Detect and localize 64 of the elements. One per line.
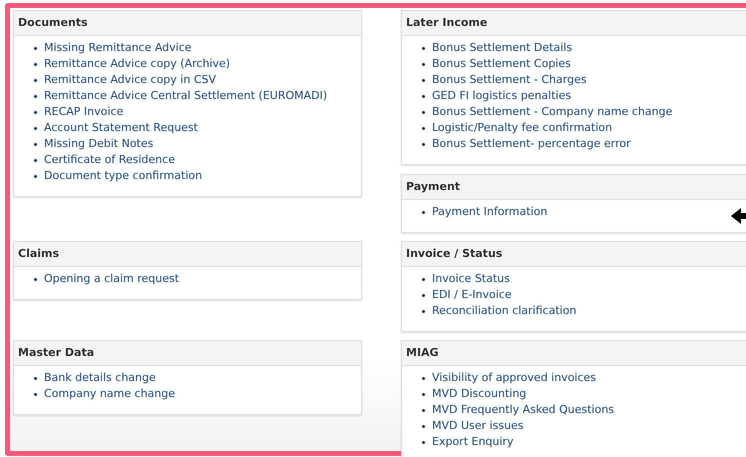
bullet-icon <box>34 278 37 280</box>
section-title: Master Data <box>18 344 94 361</box>
bullet-icon <box>34 110 37 114</box>
topic-link[interactable]: Account Statement Request <box>44 120 198 136</box>
topic-link[interactable]: Certificate of Residence <box>44 152 175 168</box>
bullet-icon <box>34 158 37 162</box>
bullet-icon <box>422 294 425 296</box>
bullet-icon <box>34 46 37 50</box>
section-title: Documents <box>18 14 88 31</box>
section-title: MIAG <box>406 344 439 361</box>
bullet-icon <box>422 278 425 280</box>
topic-link[interactable]: EDI / E-Invoice <box>432 286 512 304</box>
bullet-icon <box>422 424 425 428</box>
bullet-icon <box>422 94 425 98</box>
topic-link[interactable]: MVD User issues <box>432 418 524 434</box>
section-title: Claims <box>18 246 60 262</box>
bullet-icon <box>34 78 37 82</box>
bullet-icon <box>422 62 425 66</box>
topic-link[interactable]: Remittance Advice copy in CSV <box>44 72 216 88</box>
bullet-icon <box>422 78 425 82</box>
topic-link[interactable]: RECAP Invoice <box>44 104 124 120</box>
topic-link[interactable]: Bonus Settlement- percentage error <box>432 136 631 152</box>
bullet-icon <box>422 392 425 396</box>
section-title: Invoice / Status <box>406 246 502 262</box>
bullet-icon <box>34 376 37 380</box>
section-title: Later Income <box>406 14 488 31</box>
bullet-icon <box>422 440 425 444</box>
topic-link[interactable]: Payment Information <box>432 204 548 220</box>
bullet-icon <box>422 46 425 50</box>
topic-link[interactable]: Bank details change <box>44 370 156 386</box>
topic-link[interactable]: Reconciliation clarification <box>432 302 576 320</box>
bullet-icon <box>34 142 37 146</box>
topic-link[interactable]: Remittance Advice Central Settlement (EUROMADI) <box>44 88 328 104</box>
topic-link[interactable]: Logistic/Penalty fee confirmation <box>432 120 612 136</box>
bullet-icon <box>34 174 37 178</box>
topic-link[interactable]: MVD Discounting <box>432 386 526 402</box>
section-title: Payment <box>406 178 460 195</box>
topic-link[interactable]: Visibility of approved invoices <box>432 370 596 386</box>
topic-link[interactable]: Missing Remittance Advice <box>44 40 192 56</box>
topic-link[interactable]: Company name change <box>44 386 176 402</box>
topic-link[interactable]: Opening a claim request <box>44 270 180 288</box>
bullet-icon <box>34 94 37 98</box>
topic-link[interactable]: Export Enquiry <box>432 434 514 450</box>
topic-link[interactable]: Missing Debit Notes <box>44 136 154 152</box>
bullet-icon <box>422 376 425 380</box>
bullet-icon <box>34 62 37 66</box>
bullet-icon <box>422 142 425 146</box>
topic-link[interactable]: Bonus Settlement Copies <box>432 56 571 72</box>
topic-link[interactable]: Remittance Advice copy (Archive) <box>44 56 230 72</box>
topic-link[interactable]: Invoice Status <box>432 270 510 288</box>
topic-link[interactable]: MVD Frequently Asked Questions <box>432 402 614 418</box>
arrow-icon <box>731 207 746 225</box>
topic-link[interactable]: Bonus Settlement Details <box>432 40 572 56</box>
topic-link[interactable]: GED FI logistics penalties <box>432 88 572 104</box>
bullet-icon <box>422 310 425 312</box>
bullet-icon <box>34 392 37 396</box>
bullet-icon <box>422 126 425 130</box>
bullet-icon <box>422 110 425 114</box>
bullet-icon <box>34 126 37 130</box>
topic-link[interactable]: Document type confirmation <box>44 168 202 184</box>
topic-link[interactable]: Bonus Settlement - Charges <box>432 72 587 88</box>
bullet-icon <box>422 408 425 412</box>
bullet-icon <box>422 210 425 214</box>
topic-link[interactable]: Bonus Settlement - Company name change <box>432 104 672 120</box>
